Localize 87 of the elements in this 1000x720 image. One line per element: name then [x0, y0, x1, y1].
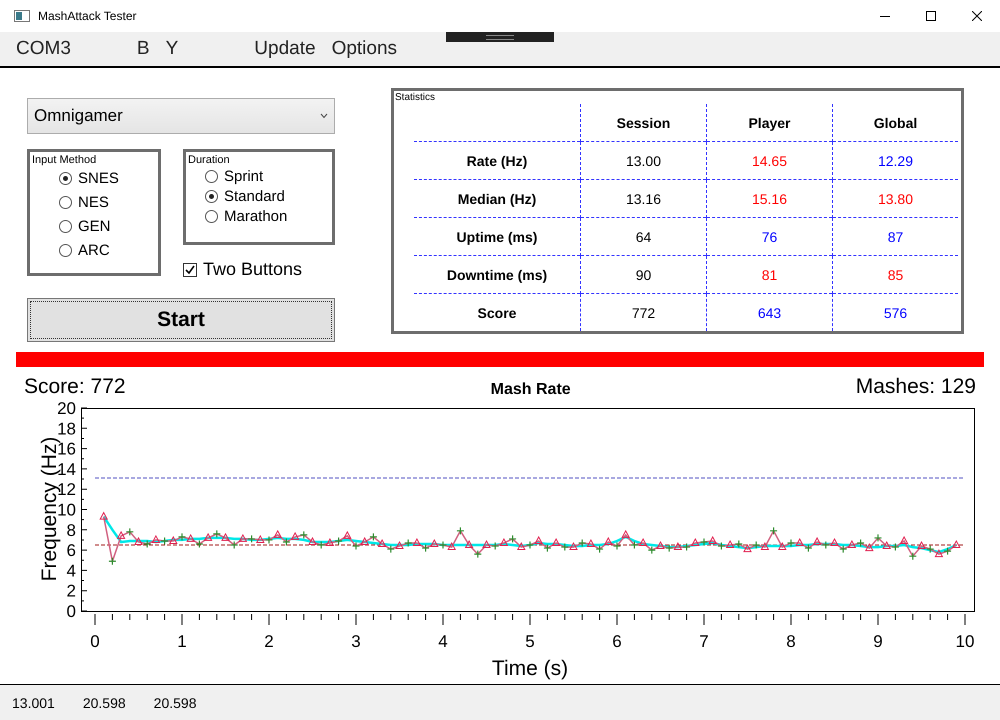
radio-option[interactable]: Marathon	[205, 206, 330, 226]
radio-label: Sprint	[224, 168, 264, 184]
column-header: Session	[580, 104, 706, 142]
radio-option[interactable]: ARC	[59, 238, 156, 262]
caret-icon	[320, 113, 328, 119]
stat-value: 772	[580, 294, 706, 331]
tick-label: 4	[66, 561, 76, 580]
mashes-label: Mashes: 129	[856, 375, 976, 399]
axis-title: Time (s)	[492, 657, 568, 680]
checkbox[interactable]	[183, 262, 197, 276]
radio-button[interactable]	[59, 172, 72, 184]
row-label: Score	[414, 294, 580, 331]
player-dropdown[interactable]: Omnigamer	[27, 98, 335, 134]
stat-value: 90	[580, 256, 706, 294]
drag-handle[interactable]	[446, 32, 554, 42]
radio-label: ARC	[78, 242, 110, 258]
radio-button[interactable]	[59, 196, 72, 208]
tick-label: 8	[786, 632, 796, 651]
app-icon	[14, 10, 30, 22]
radio-label: GEN	[78, 218, 111, 234]
stat-value: 12.29	[832, 142, 958, 180]
tick-label: 20	[57, 399, 76, 418]
tick-label: 6	[612, 632, 622, 651]
radio-label: NES	[78, 194, 109, 210]
radio-button[interactable]	[59, 244, 72, 256]
menu-item[interactable]: B	[132, 38, 154, 60]
tick-label: 18	[57, 419, 76, 438]
radio-label: Marathon	[224, 208, 288, 224]
radio-option[interactable]: Standard	[205, 186, 330, 206]
tick-label: 4	[438, 632, 448, 651]
stat-value: 13.80	[832, 180, 958, 218]
panel-title: Statistics	[394, 91, 436, 104]
group-title: Duration	[188, 154, 231, 166]
row-label: Downtime (ms)	[414, 256, 580, 294]
tick-label: 2	[264, 632, 274, 651]
row-label: Rate (Hz)	[414, 142, 580, 180]
status-value: 13.001	[12, 694, 55, 710]
column-header: Player	[706, 104, 832, 142]
radio-label: Standard	[224, 188, 285, 204]
checkbox-label: Two Buttons	[203, 259, 302, 280]
radio-label: SNES	[78, 170, 119, 186]
tick-label: 5	[525, 632, 535, 651]
tick-label: 10	[956, 632, 974, 651]
row-label: Median (Hz)	[414, 180, 580, 218]
stat-value: 13.00	[580, 142, 706, 180]
window-title: MashAttack Tester	[38, 9, 138, 23]
radio-option[interactable]: NES	[59, 190, 156, 214]
menu-item[interactable]: Update	[250, 38, 320, 60]
group-title: Input Method	[32, 154, 98, 166]
column-header: Global	[832, 104, 958, 142]
tick-label: 8	[66, 520, 76, 540]
radio-option[interactable]: Sprint	[205, 166, 330, 186]
stat-value: 87	[832, 218, 958, 256]
tick-label: 2	[66, 582, 76, 601]
menu-item[interactable]: COM3	[12, 38, 75, 60]
tick-label: 0	[90, 632, 100, 651]
stat-value: 81	[706, 256, 832, 294]
maximize-icon	[926, 11, 936, 21]
radio-button[interactable]	[59, 220, 72, 232]
tick-label: 0	[66, 602, 76, 621]
stat-value: 64	[580, 218, 706, 256]
stat-value: 15.16	[706, 180, 832, 218]
radio-option[interactable]: GEN	[59, 214, 156, 238]
stat-value: 85	[832, 256, 958, 294]
tick-label: 9	[873, 632, 883, 651]
radio-button[interactable]	[205, 210, 218, 222]
stat-value: 76	[706, 218, 832, 256]
stat-value: 576	[832, 294, 958, 331]
start-button[interactable]: Start	[27, 298, 335, 342]
tick-label: 7	[699, 632, 709, 651]
stat-value: 14.65	[706, 142, 832, 180]
stat-value: 13.16	[580, 180, 706, 218]
close-icon	[972, 11, 982, 21]
menu-item[interactable]: Y	[162, 38, 182, 60]
row-label: Uptime (ms)	[414, 218, 580, 256]
radio-option[interactable]: SNES	[59, 166, 156, 190]
status-value: 20.598	[154, 694, 196, 710]
menu-item[interactable]: Options	[328, 38, 402, 60]
radio-button[interactable]	[205, 170, 218, 182]
stat-value: 643	[706, 294, 832, 331]
chart-title: Mash Rate	[490, 381, 571, 399]
tick-label: 6	[66, 541, 76, 560]
radio-button[interactable]	[205, 190, 218, 202]
tick-label: 1	[177, 632, 187, 651]
status-value: 20.598	[82, 694, 126, 710]
score-label: Score: 772	[24, 375, 126, 399]
tick-label: 3	[351, 632, 361, 651]
